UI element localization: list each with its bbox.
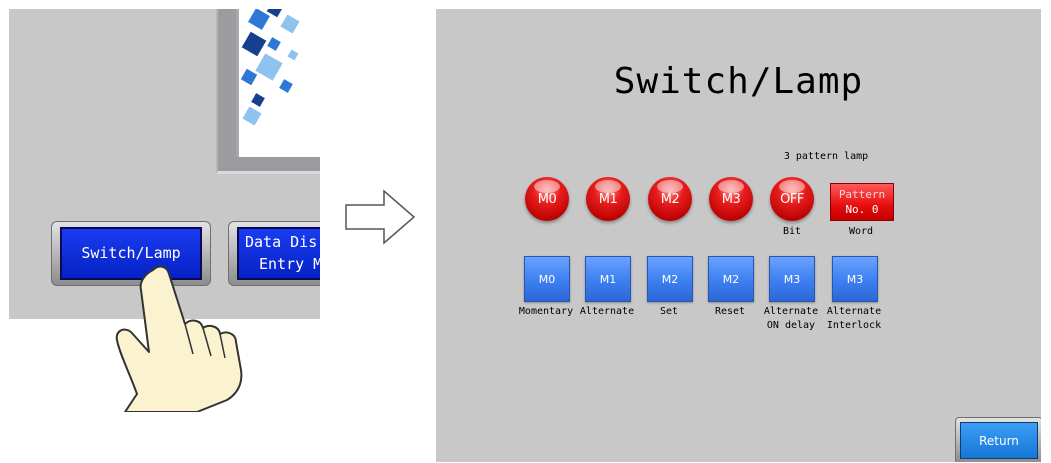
switch-reset-caption: Reset xyxy=(714,306,746,317)
switch-alternate-on-delay-caption: Alternate ON delay xyxy=(763,306,819,331)
switch-alternate-caption: Alternate xyxy=(579,306,635,317)
lamp-m3: M3 xyxy=(709,177,753,221)
lamp-m2: M2 xyxy=(648,177,692,221)
pattern-word-caption: Word xyxy=(848,226,874,237)
switch-alternate-on-delay[interactable]: M3 xyxy=(769,256,815,302)
lamp-bit: OFF xyxy=(770,177,814,221)
switch-alternate[interactable]: M1 xyxy=(585,256,631,302)
return-button[interactable]: Return xyxy=(960,422,1038,459)
switch-set[interactable]: M2 xyxy=(647,256,693,302)
switch-reset[interactable]: M2 xyxy=(708,256,754,302)
switch-momentary-caption: Momentary xyxy=(518,306,574,317)
return-button-frame: Return xyxy=(955,417,1041,462)
image-frame xyxy=(216,9,320,174)
lamp-m0: M0 xyxy=(525,177,569,221)
lamp-bit-caption: Bit xyxy=(782,226,802,237)
right-arrow-icon xyxy=(345,189,416,245)
decorative-cubes-image xyxy=(236,9,320,157)
switch-alternate-interlock-caption: Alternate Interlock xyxy=(826,306,882,331)
switch-lamp-screen: Switch/Lamp 3 pattern lamp M0 M1 M2 M3 O… xyxy=(436,9,1041,462)
pattern-lamp-display: Pattern No. 0 xyxy=(830,183,894,221)
hand-pointer-icon xyxy=(115,265,243,412)
lamp-m1: M1 xyxy=(586,177,630,221)
switch-momentary[interactable]: M0 xyxy=(524,256,570,302)
switch-alternate-interlock[interactable]: M3 xyxy=(832,256,878,302)
switch-set-caption: Set xyxy=(659,306,679,317)
pattern-lamp-heading: 3 pattern lamp xyxy=(783,151,869,162)
page-title: Switch/Lamp xyxy=(613,61,864,102)
